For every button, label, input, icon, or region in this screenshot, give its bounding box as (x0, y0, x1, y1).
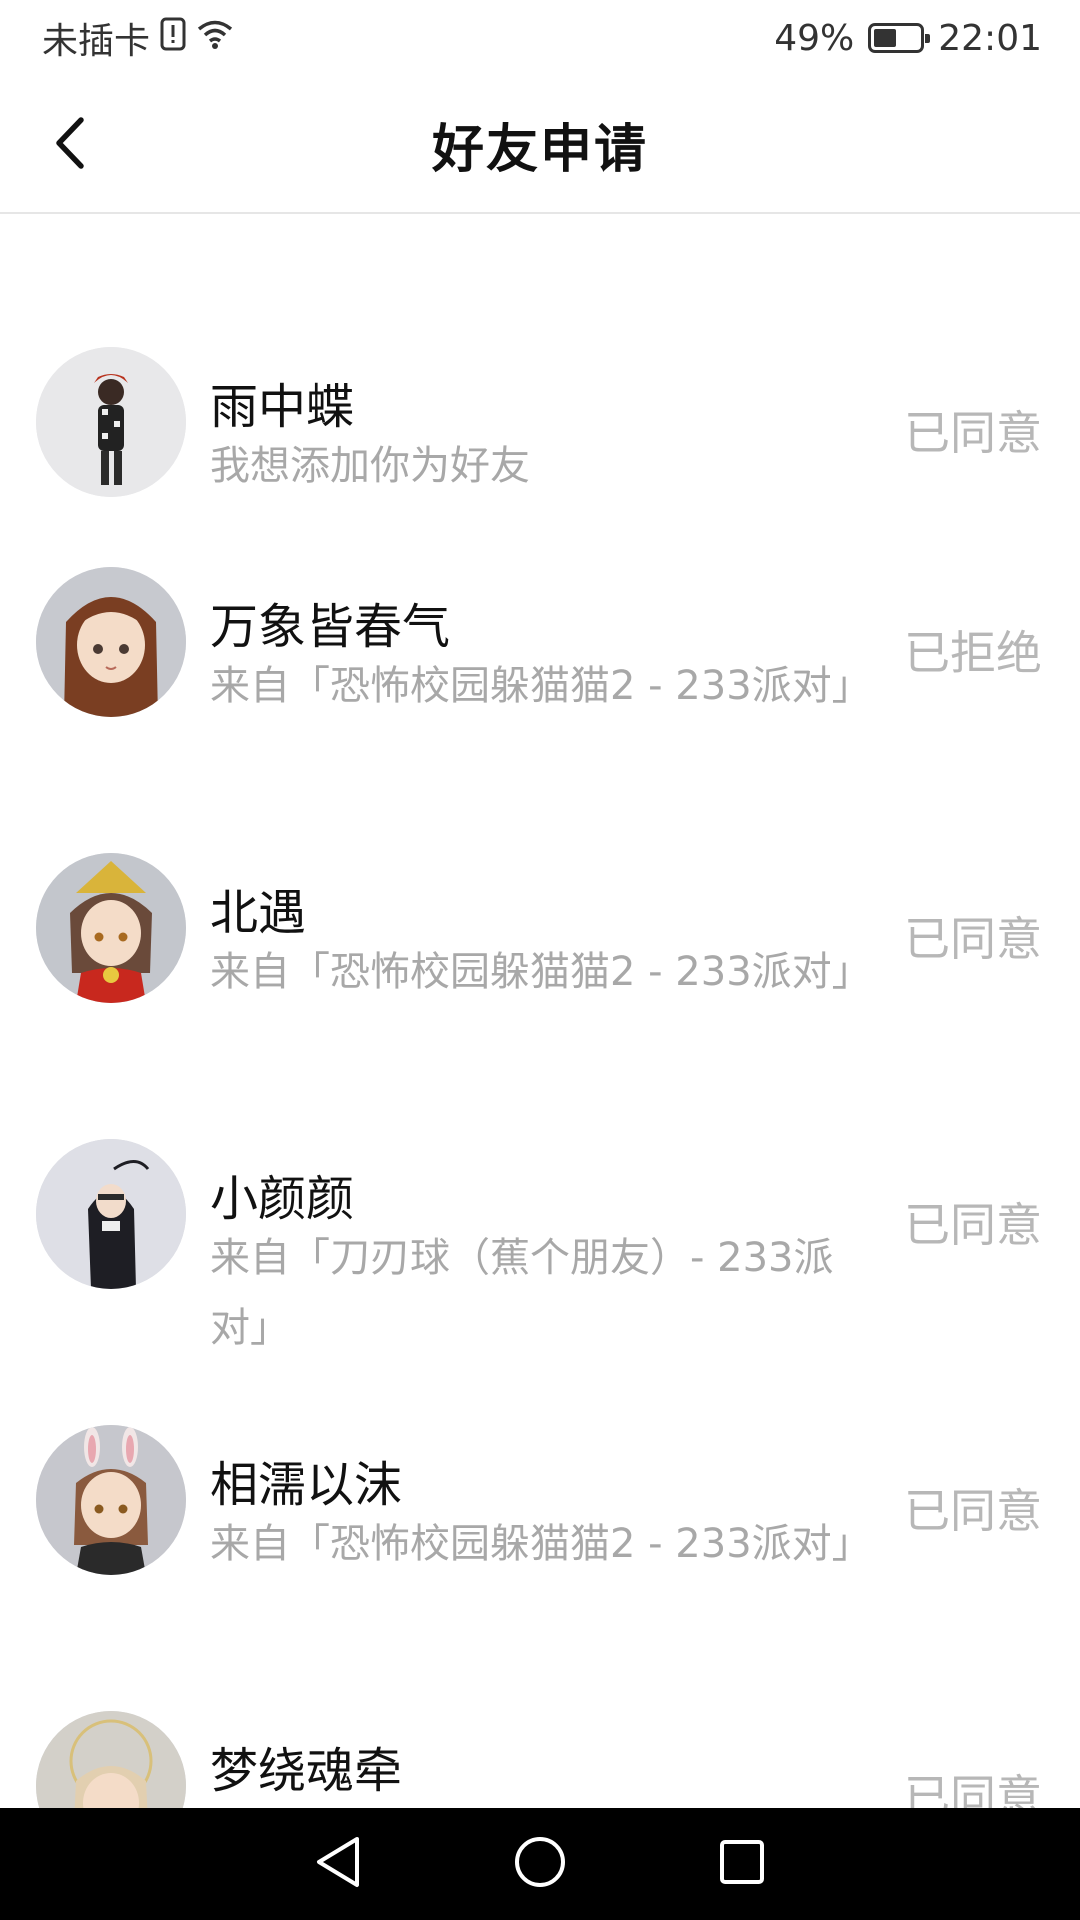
list-item[interactable]: 雨中蝶 我想添加你为好友 已同意 (0, 347, 1080, 567)
request-message: 我想添加你为好友 (210, 443, 530, 489)
clock: 22:01 (938, 17, 1042, 59)
back-button[interactable] (42, 114, 98, 176)
request-message: 来自「恐怖校园躲猫猫2 - 233派对」 (210, 1521, 872, 1567)
avatar[interactable] (36, 1139, 186, 1289)
request-status: 已同意 (904, 1770, 1042, 1808)
requester-name: 雨中蝶 (210, 379, 355, 435)
page-title: 好友申请 (431, 119, 648, 180)
battery-icon (868, 23, 931, 53)
list-item[interactable]: 梦绕魂牵 已同意 (0, 1711, 1080, 1808)
nav-bar: 好友申请 (0, 76, 1080, 214)
request-message: 来自「恐怖校园躲猫猫2 - 233派对」 (210, 663, 872, 709)
list-item[interactable]: 北遇 来自「恐怖校园躲猫猫2 - 233派对」 已同意 (0, 853, 1080, 1139)
requester-name: 梦绕魂牵 (210, 1743, 403, 1799)
avatar[interactable] (36, 1711, 186, 1808)
recents-square-icon[interactable] (717, 1837, 767, 1891)
home-circle-icon[interactable] (513, 1835, 567, 1893)
requester-name: 万象皆春气 (210, 599, 451, 655)
request-message: 来自「刀刃球（蕉个朋友）- 233派对」 (210, 1235, 834, 1351)
requester-name: 相濡以沫 (210, 1457, 403, 1513)
requester-name: 北遇 (210, 885, 307, 941)
request-status: 已同意 (904, 912, 1042, 966)
wifi-icon (196, 18, 234, 59)
list-item[interactable]: 万象皆春气 来自「恐怖校园躲猫猫2 - 233派对」 已拒绝 (0, 567, 1080, 853)
request-status: 已同意 (904, 1484, 1042, 1538)
friend-request-list[interactable]: 对」 雨中蝶 我想添加你为好友 已同意 (0, 216, 1080, 1808)
battery-fill (874, 29, 896, 47)
sim-alert-icon (160, 17, 186, 60)
list-item[interactable]: 相濡以沫 来自「恐怖校园躲猫猫2 - 233派对」 已同意 (0, 1425, 1080, 1711)
carrier-label: 未插卡 (42, 21, 151, 62)
request-status: 已同意 (904, 1198, 1042, 1252)
request-message: 来自「恐怖校园躲猫猫2 - 233派对」 (210, 949, 872, 995)
status-left: 未插卡 (42, 12, 234, 64)
request-status: 已拒绝 (904, 626, 1042, 680)
avatar[interactable] (36, 347, 186, 497)
back-arrow-icon (53, 116, 87, 174)
back-triangle-icon[interactable] (313, 1835, 363, 1893)
list-item[interactable]: 小颜颜 来自「刀刃球（蕉个朋友）- 233派对」 已同意 (0, 1139, 1080, 1425)
request-status: 已同意 (904, 406, 1042, 460)
requester-name: 小颜颜 (210, 1171, 355, 1227)
status-bar: 未插卡 49% 22:01 (0, 0, 1080, 76)
avatar[interactable] (36, 567, 186, 717)
status-right: 49% 22:01 (774, 18, 1042, 59)
system-nav-bar (0, 1808, 1080, 1920)
battery-percent: 49% (774, 17, 855, 59)
list-item[interactable]: 对」 (0, 216, 1080, 347)
request-list-content: 对」 雨中蝶 我想添加你为好友 已同意 (0, 216, 1080, 1808)
avatar[interactable] (36, 1425, 186, 1575)
avatar[interactable] (36, 853, 186, 1003)
